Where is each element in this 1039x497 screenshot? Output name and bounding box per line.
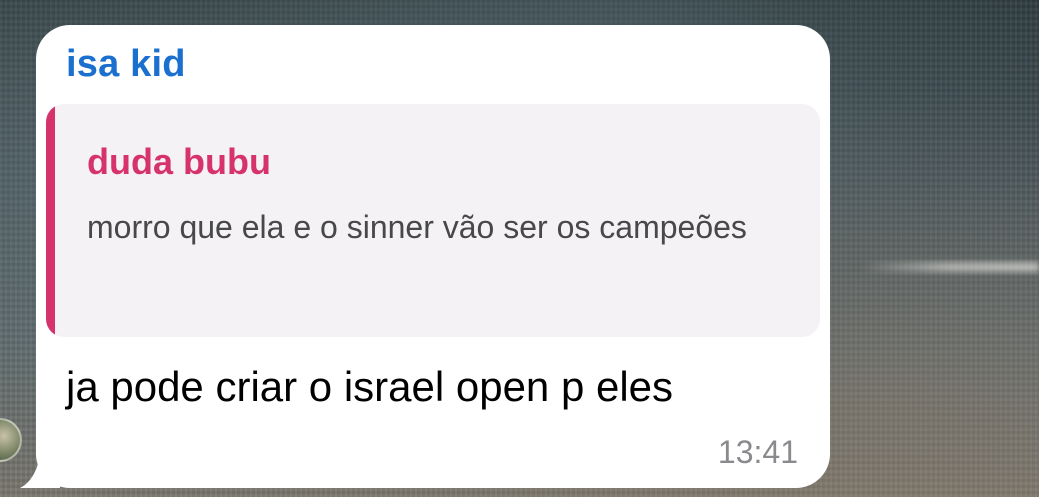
reply-author: duda bubu	[87, 141, 271, 182]
wallpaper-highlight	[859, 262, 1039, 272]
reply-quote[interactable]: duda bubu morro que ela e o sinner vão s…	[46, 104, 820, 337]
message-timestamp: 13:41	[717, 434, 798, 470]
reply-text: morro que ela e o sinner vão ser os camp…	[87, 209, 747, 245]
message-bubble[interactable]: isa kid duda bubu morro que ela e o sinn…	[36, 25, 830, 488]
sender-name[interactable]: isa kid	[66, 43, 186, 86]
reply-accent-bar	[46, 104, 55, 337]
message-text: ja pode criar o israel open p eles	[66, 363, 674, 410]
sender-avatar[interactable]	[0, 418, 22, 462]
